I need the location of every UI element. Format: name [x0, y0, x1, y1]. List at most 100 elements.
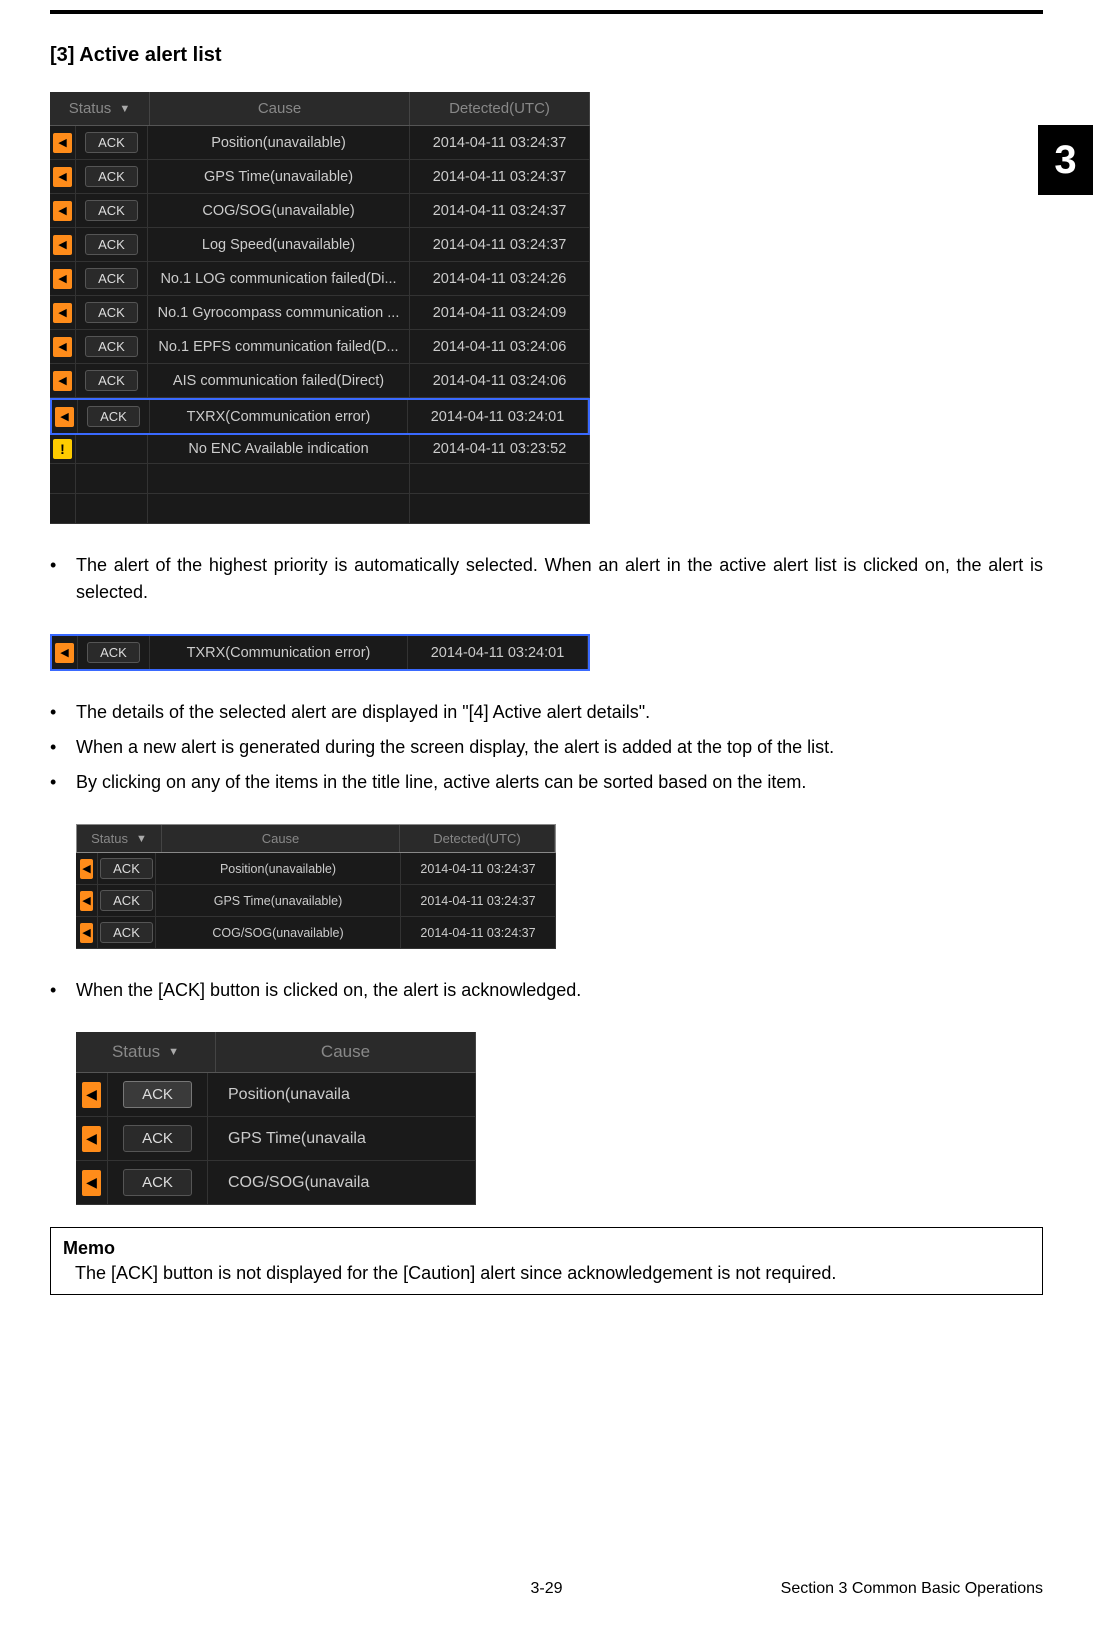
sort-example-table: Status ▼ Cause Detected(UTC) ACKPosition…: [76, 824, 556, 949]
ack-button[interactable]: ACK: [85, 302, 138, 323]
ack-cell: ACK: [76, 262, 148, 295]
alert-row[interactable]: ACKNo.1 LOG communication failed(Di...20…: [50, 262, 590, 296]
column-header-cause[interactable]: Cause: [216, 1032, 476, 1072]
selected-alert-example: ACK TXRX(Communication error) 2014-04-11…: [50, 634, 590, 671]
column-header-detected[interactable]: Detected(UTC): [410, 92, 590, 125]
alert-icon-cell: [76, 1117, 108, 1160]
ack-button[interactable]: ACK: [85, 234, 138, 255]
alert-row-selected[interactable]: ACK TXRX(Communication error) 2014-04-11…: [50, 634, 590, 671]
empty-row: [50, 494, 590, 524]
alert-row[interactable]: ACKGPS Time(unavailable)2014-04-11 03:24…: [76, 885, 556, 917]
alert-row[interactable]: ACK GPS Time(unavailable)2014-04-11 03:24…: [50, 160, 590, 194]
ack-button[interactable]: ACK: [85, 268, 138, 289]
ack-button[interactable]: ACK: [85, 166, 138, 187]
ack-cell: ACK: [76, 194, 148, 227]
caution-icon: [53, 439, 72, 459]
column-header-status[interactable]: Status ▼: [50, 92, 150, 125]
ack-button[interactable]: ACK: [85, 200, 138, 221]
alert-row[interactable]: ACKGPS Time(unavaila: [76, 1117, 476, 1161]
detected-cell: 2014-04-11 03:24:06: [410, 330, 590, 363]
column-header-status-label: Status: [91, 831, 128, 846]
alert-row[interactable]: ACK No.1 EPFS communication failed(D...20…: [50, 330, 590, 364]
alert-row[interactable]: ACKCOG/SOG(unavailable)2014-04-11 03:24:…: [76, 917, 556, 949]
section-heading: [3] Active alert list: [50, 44, 1043, 67]
ack-example-table: Status ▼ Cause ACKPosition(unavailaACKGP…: [76, 1032, 476, 1205]
alert-row[interactable]: ACKPosition(unavailable)2014-04-11 03:24…: [76, 853, 556, 885]
warning-icon: [53, 269, 72, 289]
alert-row[interactable]: No ENC Available indication2014-04-11 03…: [50, 435, 590, 464]
memo-text: The [ACK] button is not displayed for th…: [75, 1263, 1030, 1284]
ack-cell: ACK: [78, 400, 150, 433]
detected-cell: 2014-04-11 03:24:26: [410, 262, 590, 295]
ack-button[interactable]: ACK: [100, 890, 153, 911]
detected-cell: 2014-04-11 03:23:52: [410, 435, 590, 463]
cause-cell: COG/SOG(unavaila: [208, 1161, 476, 1204]
cause-cell: COG/SOG(unavailable): [156, 917, 401, 948]
detected-cell: 2014-04-11 03:24:01: [408, 400, 588, 433]
alert-row[interactable]: ACKTXRX(Communication error)2014-04-11 0…: [50, 398, 590, 435]
column-header-status-label: Status: [112, 1042, 160, 1062]
sort-indicator-icon: ▼: [168, 1046, 179, 1058]
ack-cell: ACK: [108, 1073, 208, 1116]
ack-cell: [76, 435, 148, 463]
ack-button[interactable]: ACK: [100, 858, 153, 879]
cause-cell: AIS communication failed(Direct): [148, 364, 410, 397]
column-header-detected[interactable]: Detected(UTC): [400, 825, 555, 852]
ack-button[interactable]: ACK: [100, 922, 153, 943]
column-header-status[interactable]: Status ▼: [76, 1032, 216, 1072]
cause-cell: Log Speed(unavailable): [148, 228, 410, 261]
ack-cell: ACK: [76, 296, 148, 329]
ack-cell: ACK: [76, 330, 148, 363]
table-header-row: Status ▼ Cause: [76, 1032, 476, 1073]
table-header-row: Status ▼ Cause Detected(UTC): [50, 92, 590, 126]
alert-icon-cell: [76, 1073, 108, 1116]
cause-cell: GPS Time(unavailable): [148, 160, 410, 193]
memo-box: Memo The [ACK] button is not displayed f…: [50, 1227, 1043, 1295]
detected-cell: 2014-04-11 03:24:37: [410, 160, 590, 193]
ack-button[interactable]: ACK: [123, 1081, 192, 1108]
warning-icon: [55, 643, 74, 663]
detected-cell: 2014-04-11 03:24:09: [410, 296, 590, 329]
alert-row[interactable]: ACKPosition(unavaila: [76, 1073, 476, 1117]
ack-button[interactable]: ACK: [123, 1125, 192, 1152]
bullet-item: •When a new alert is generated during th…: [50, 734, 1043, 761]
column-header-cause[interactable]: Cause: [162, 825, 400, 852]
empty-row: [50, 464, 590, 494]
warning-icon: [80, 859, 93, 879]
alert-row[interactable]: ACKLog Speed(unavailable)2014-04-11 03:2…: [50, 228, 590, 262]
ack-cell: ACK: [76, 160, 148, 193]
detected-cell: 2014-04-11 03:24:37: [410, 126, 590, 159]
ack-button[interactable]: ACK: [85, 132, 138, 153]
alert-icon-cell: [50, 228, 76, 261]
warning-icon: [53, 337, 72, 357]
cause-cell: No ENC Available indication: [148, 435, 410, 463]
ack-button[interactable]: ACK: [85, 336, 138, 357]
column-header-status[interactable]: Status ▼: [77, 825, 162, 852]
warning-icon: [53, 303, 72, 323]
memo-title: Memo: [63, 1238, 1030, 1259]
alert-icon-cell: [50, 330, 76, 363]
chapter-tab: 3: [1038, 125, 1093, 195]
detected-cell: 2014-04-11 03:24:37: [401, 885, 556, 916]
ack-button[interactable]: ACK: [123, 1169, 192, 1196]
alert-row[interactable]: ACKPosition(unavailable)2014-04-11 03:24…: [50, 126, 590, 160]
ack-button[interactable]: ACK: [87, 406, 140, 427]
alert-icon-cell: [50, 364, 76, 397]
alert-icon-cell: [50, 296, 76, 329]
detected-cell: 2014-04-11 03:24:01: [408, 636, 588, 669]
warning-icon: [82, 1082, 101, 1108]
section-title-footer: Section 3 Common Basic Operations: [781, 1580, 1043, 1598]
ack-cell: ACK: [98, 885, 156, 916]
warning-icon: [53, 133, 72, 153]
cause-cell: No.1 EPFS communication failed(D...: [148, 330, 410, 363]
cause-cell: Position(unavailable): [156, 853, 401, 884]
alert-row[interactable]: ACKCOG/SOG(unavailable)2014-04-11 03:24:…: [50, 194, 590, 228]
alert-row[interactable]: ACKNo.1 Gyrocompass communication ...201…: [50, 296, 590, 330]
alert-icon-cell: [50, 126, 76, 159]
active-alert-table: Status ▼ Cause Detected(UTC) ACKPosition…: [50, 92, 590, 524]
column-header-cause[interactable]: Cause: [150, 92, 410, 125]
alert-row[interactable]: ACKAIS communication failed(Direct)2014-…: [50, 364, 590, 398]
ack-button[interactable]: ACK: [85, 370, 138, 391]
alert-row[interactable]: ACK COG/SOG(unavaila: [76, 1161, 476, 1205]
ack-button[interactable]: ACK: [87, 642, 140, 663]
